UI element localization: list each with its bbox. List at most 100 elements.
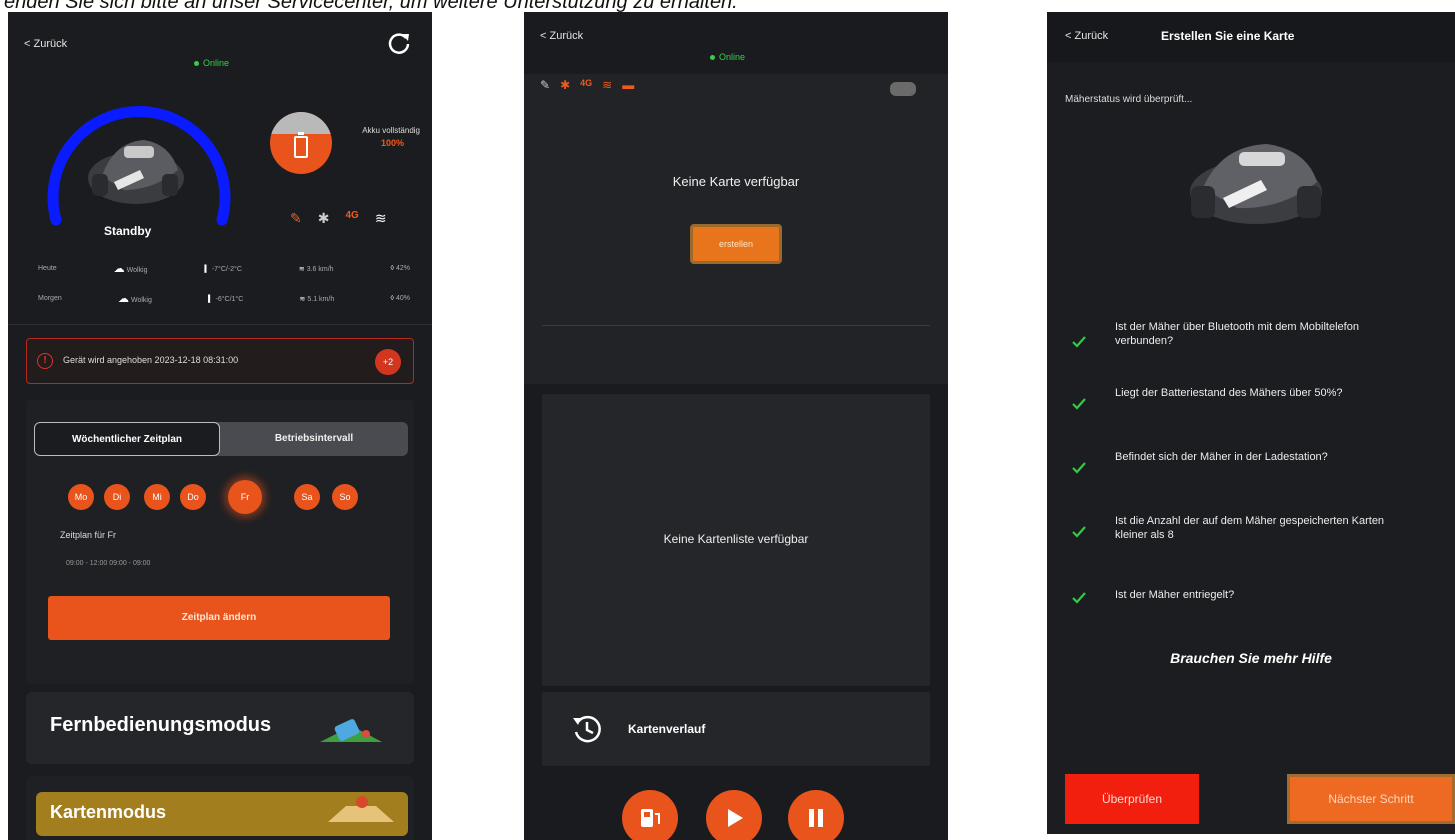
start-button[interactable]: [706, 790, 762, 840]
schedule-card: Betriebsintervall Wöchentlicher Zeitplan…: [26, 400, 414, 684]
page-title: Erstellen Sie eine Karte: [1161, 29, 1295, 43]
weather-day: Heute: [38, 265, 57, 272]
thermometer-icon: ▍: [204, 265, 210, 273]
play-icon: [728, 809, 743, 827]
check-icon: [1072, 336, 1086, 348]
day-mo[interactable]: Mo: [68, 484, 94, 510]
mower-state-label: Standby: [104, 224, 152, 238]
refresh-icon[interactable]: [386, 30, 412, 56]
droplet-icon: ◊: [390, 295, 394, 302]
weather-humidity: ◊ 42%: [390, 265, 410, 272]
check-icon: [1072, 526, 1086, 538]
header-bar: < Zurück Erstellen Sie eine Karte: [1047, 12, 1455, 62]
weather-wind: ≋ 5.1 km/h: [299, 295, 335, 303]
check-icon: [1072, 398, 1086, 410]
weather-row-today: Heute ☁ Wolkig ▍ -7°C/-2°C ≋ 3.6 km/h ◊ …: [38, 262, 410, 275]
droplet-icon: ◊: [390, 265, 395, 272]
weather-temp: ▍ -7°C/-2°C: [204, 265, 242, 273]
next-step-button[interactable]: Nächster Schritt: [1287, 774, 1455, 824]
help-link[interactable]: Brauchen Sie mehr Hilfe: [1047, 650, 1455, 666]
connectivity-icons: ✎ ✱ 4G ≋ ▬: [540, 78, 634, 92]
create-map-button[interactable]: erstellen: [690, 224, 782, 264]
day-di[interactable]: Di: [104, 484, 130, 510]
gps-off-icon: ✎: [540, 78, 551, 92]
day-do[interactable]: Do: [180, 484, 206, 510]
alert-banner[interactable]: ! Gerät wird angehoben 2023-12-18 08:31:…: [26, 338, 414, 384]
4g-icon: 4G: [345, 210, 359, 221]
battery-icon: ▬: [622, 78, 635, 92]
back-button[interactable]: < Zurück: [24, 38, 67, 50]
4g-icon: 4G: [580, 78, 593, 88]
weather-condition: ☁ Wolkig: [118, 293, 152, 305]
battery-label: Akku vollständig: [362, 126, 420, 135]
cloud-icon: ☁: [118, 293, 130, 305]
back-button[interactable]: < Zurück: [1065, 30, 1108, 42]
schedule-title: Zeitplan für Fr: [60, 530, 117, 540]
mower-image: [1190, 144, 1322, 224]
wifi-icon: ≋: [602, 78, 613, 92]
back-button[interactable]: < Zurück: [540, 30, 583, 42]
checklist-item: Ist die Anzahl der auf dem Mäher gespeic…: [1115, 515, 1385, 541]
online-status: Online: [194, 58, 229, 68]
mower-image: [88, 140, 184, 204]
pause-icon: [809, 809, 823, 827]
screen-mower-dashboard: < Zurück Online Standby Akku vollständig…: [8, 12, 432, 840]
weather-wind: ≋ 3.6 km/h: [298, 265, 334, 273]
alert-count-badge[interactable]: +2: [375, 349, 401, 375]
wind-icon: ≋: [298, 265, 305, 273]
no-map-message: Keine Karte verfügbar: [672, 174, 800, 189]
connectivity-icons: ✎ ✱ 4G ≋: [290, 210, 387, 227]
cloud-icon: ☁: [113, 263, 125, 275]
pause-button[interactable]: [788, 790, 844, 840]
checklist-item: Befindet sich der Mäher in der Ladestati…: [1115, 451, 1328, 463]
mower-thumbnail-icon: [890, 82, 916, 96]
history-icon: [573, 715, 601, 743]
screen-create-map-checklist: < Zurück Erstellen Sie eine Karte Mähers…: [1047, 12, 1455, 834]
weather-humidity: ◊ 40%: [390, 295, 410, 302]
online-label: Online: [719, 52, 746, 62]
remote-mode-label: Fernbedienungsmodus: [50, 714, 272, 736]
check-icon: [1072, 462, 1086, 474]
online-label: Online: [203, 58, 230, 68]
wifi-icon: ≋: [374, 210, 387, 226]
change-schedule-button[interactable]: Zeitplan ändern: [48, 596, 390, 640]
weather-row-tomorrow: Morgen ☁ Wolkig ▍ -6°C/1°C ≋ 5.1 km/h ◊ …: [38, 292, 410, 305]
day-sa[interactable]: Sa: [294, 484, 320, 510]
section-divider: [542, 325, 930, 326]
tab-operating-interval[interactable]: Betriebsintervall: [220, 422, 408, 456]
day-fr[interactable]: Fr: [228, 480, 262, 514]
dock-button[interactable]: [622, 790, 678, 840]
day-mi[interactable]: Mi: [144, 484, 170, 510]
check-icon: [1072, 592, 1086, 604]
map-mode-label: Kartenmodus: [50, 802, 167, 822]
battery-icon: [294, 132, 308, 158]
weather-condition: ☁ Wolkig: [113, 263, 148, 275]
map-icon: [328, 796, 394, 822]
map-history-label: Kartenverlauf: [628, 722, 706, 736]
weather-day: Morgen: [38, 295, 62, 302]
tab-weekly-schedule[interactable]: Wöchentlicher Zeitplan: [34, 422, 220, 456]
charging-station-icon: [641, 809, 660, 827]
status-message: Mäherstatus wird überprüft...: [1065, 94, 1193, 105]
online-dot-icon: [710, 55, 715, 61]
online-status: Online: [710, 52, 745, 62]
map-mode-card[interactable]: Kartenmodus: [26, 776, 414, 840]
thermometer-icon: ▍: [208, 295, 214, 303]
battery-value: 100%: [380, 138, 404, 148]
remote-control-icon: [320, 719, 382, 742]
battery-indicator: [270, 112, 332, 174]
day-so[interactable]: So: [332, 484, 358, 510]
section-divider: [8, 324, 432, 325]
schedule-tabs: Betriebsintervall Wöchentlicher Zeitplan: [34, 422, 408, 456]
bluetooth-icon: ✱: [317, 210, 330, 226]
warning-icon: !: [37, 353, 53, 369]
online-dot-icon: [194, 61, 199, 67]
gps-off-icon: ✎: [290, 210, 302, 226]
remote-mode-card[interactable]: Fernbedienungsmodus: [26, 692, 414, 764]
checklist-item: Ist der Mäher über Bluetooth mit dem Mob…: [1115, 321, 1359, 347]
map-history-row[interactable]: Kartenverlauf: [542, 692, 930, 766]
check-button[interactable]: Überprüfen: [1065, 774, 1199, 824]
screen-map-management: < Zurück Online ✎ ✱ 4G ≋ ▬ Keine Karte v…: [524, 12, 948, 840]
alert-text: Gerät wird angehoben 2023-12-18 08:31:00: [63, 355, 239, 365]
bluetooth-icon: ✱: [560, 78, 571, 92]
